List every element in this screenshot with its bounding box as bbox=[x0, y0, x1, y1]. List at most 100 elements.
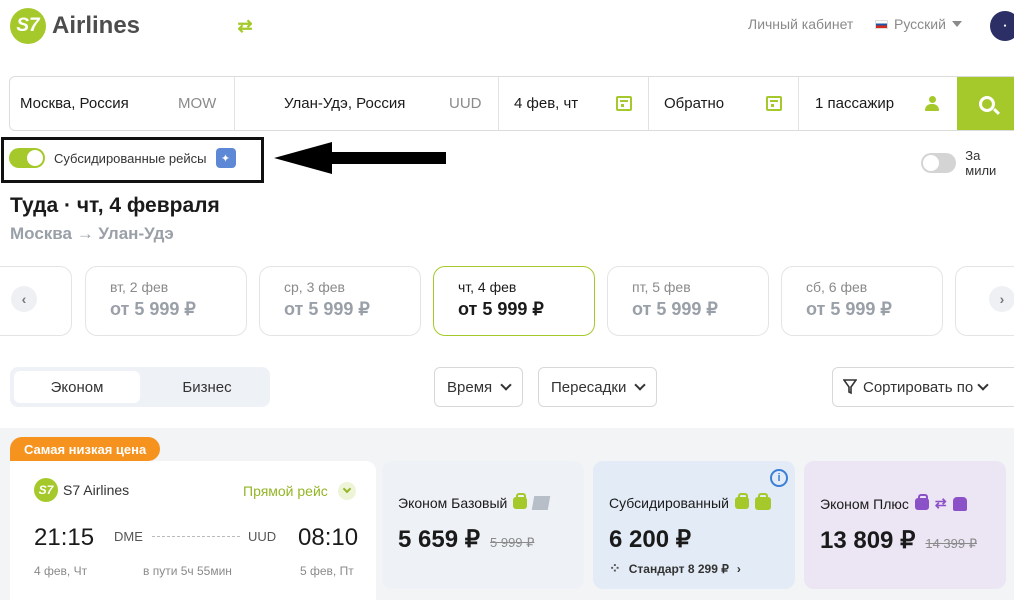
return-date-field[interactable]: Обратно bbox=[649, 77, 799, 130]
flight-search-bar: Москва, Россия MOW Улан-Удэ, Россия UUD … bbox=[9, 76, 1014, 131]
arrival-time: 08:10 bbox=[298, 524, 359, 551]
destination-field[interactable]: Улан-Удэ, Россия UUD bbox=[274, 77, 499, 130]
sort-dropdown[interactable]: Сортировать по bbox=[832, 367, 1014, 407]
date-label: пт, 5 фев bbox=[632, 279, 691, 295]
miles-toggle-row[interactable]: За мили bbox=[921, 148, 1014, 178]
language-label: Русский bbox=[894, 16, 946, 32]
suitcase-icon bbox=[754, 492, 771, 510]
origin-code: MOW bbox=[178, 95, 217, 112]
fare-options-icon: ⁘ bbox=[609, 560, 621, 576]
carousel-next-button[interactable]: › bbox=[989, 286, 1014, 312]
carousel-prev-button[interactable]: ‹ bbox=[11, 286, 37, 312]
miles-label: За мили bbox=[965, 148, 997, 178]
fare-economy-plus[interactable]: Эконом Плюс ⇄ 13 809 ₽ 14 399 ₽ bbox=[804, 461, 1006, 589]
date-price: от 5 999 ₽ bbox=[110, 299, 196, 319]
cabin-class-tabs: Эконом Бизнес bbox=[10, 367, 270, 407]
destination-city: Улан-Удэ, Россия bbox=[284, 95, 406, 112]
info-icon[interactable]: i bbox=[770, 469, 788, 487]
swap-container bbox=[235, 77, 274, 130]
date-price: от 5 999 ₽ bbox=[458, 299, 544, 319]
time-filter-label: Время bbox=[447, 378, 493, 396]
chevron-down-icon bbox=[951, 21, 962, 27]
subsidized-toggle[interactable] bbox=[9, 148, 45, 168]
miles-toggle[interactable] bbox=[921, 153, 957, 173]
subsidized-label: Субсидированные рейсы bbox=[54, 150, 207, 166]
personal-cabinet-link[interactable]: Личный кабинет bbox=[748, 16, 853, 32]
fare-price: 5 659 ₽ bbox=[398, 526, 480, 553]
date-card[interactable]: ср, 3 фев от 5 999 ₽ bbox=[259, 266, 421, 336]
chevron-right-icon: › bbox=[999, 291, 1005, 307]
calendar-icon bbox=[766, 96, 782, 111]
filter-funnel-icon bbox=[843, 379, 857, 395]
arrival-date: 5 фев, Пт bbox=[300, 564, 354, 578]
subsidized-toggle-row[interactable]: Субсидированные рейсы ✦ bbox=[9, 148, 236, 168]
chevron-down-icon bbox=[977, 379, 989, 391]
date-label: ср, 3 фев bbox=[284, 279, 345, 295]
direct-flight-toggle[interactable]: Прямой рейс bbox=[243, 482, 356, 500]
russia-flag-icon bbox=[875, 19, 888, 29]
chevron-left-icon: ‹ bbox=[21, 291, 27, 307]
language-selector[interactable]: Русский bbox=[875, 16, 962, 32]
cheapest-badge: Самая низкая цена bbox=[10, 437, 161, 461]
date-card[interactable]: пт, 5 фев от 5 999 ₽ bbox=[607, 266, 769, 336]
calendar-icon bbox=[616, 96, 632, 111]
fare-price: 6 200 ₽ bbox=[609, 526, 691, 553]
russia-emblem-icon: ✦ bbox=[215, 148, 236, 168]
date-card[interactable]: сб, 6 фев от 5 999 ₽ bbox=[781, 266, 943, 336]
date-label: чт, 4 фев bbox=[458, 279, 517, 295]
destination-code: UUD bbox=[449, 95, 482, 112]
passengers-count: 1 пассажир bbox=[815, 95, 895, 112]
depart-date-field[interactable]: 4 фев, чт bbox=[499, 77, 649, 130]
logo-text: Airlines bbox=[52, 12, 141, 39]
seat-icon bbox=[952, 496, 967, 511]
date-label: сб, 6 фев bbox=[806, 279, 868, 295]
chevron-down-icon bbox=[634, 379, 647, 391]
chevron-down-icon bbox=[500, 379, 512, 391]
time-filter[interactable]: Время bbox=[434, 367, 524, 407]
date-price: от 5 999 ₽ bbox=[632, 299, 718, 319]
date-card[interactable]: вт, 2 фев от 5 999 ₽ bbox=[85, 266, 247, 336]
chevron-down-icon bbox=[342, 484, 352, 494]
date-price: от 5 999 ₽ bbox=[806, 299, 892, 319]
bag-icon bbox=[734, 493, 749, 509]
page-title: Туда · чт, 4 февраля bbox=[10, 194, 220, 217]
tab-business[interactable]: Бизнес bbox=[144, 371, 270, 403]
fare-old-price: 5 999 ₽ bbox=[490, 535, 535, 550]
origin-city: Москва, Россия bbox=[20, 95, 129, 112]
search-button[interactable] bbox=[957, 77, 1014, 130]
transfers-filter[interactable]: Пересадки bbox=[538, 367, 658, 407]
fare-price: 13 809 ₽ bbox=[820, 527, 916, 554]
search-icon bbox=[979, 95, 995, 112]
sort-label: Сортировать по bbox=[863, 378, 974, 396]
tab-economy[interactable]: Эконом bbox=[14, 371, 140, 403]
origin-field[interactable]: Москва, Россия MOW bbox=[10, 77, 235, 130]
chevron-right-icon: › bbox=[736, 561, 741, 576]
standard-fare-link[interactable]: ⁘ Стандарт 8 299 ₽ › bbox=[609, 560, 795, 577]
s7-logo-mark: S7 bbox=[10, 8, 46, 44]
date-card-selected[interactable]: чт, 4 фев от 5 999 ₽ bbox=[433, 266, 595, 336]
fare-economy-basic[interactable]: Эконом Базовый 5 659 ₽ 5 999 ₽ bbox=[382, 461, 584, 589]
return-date: Обратно bbox=[664, 95, 725, 112]
pointer-arrow-head bbox=[274, 142, 332, 174]
arrival-airport: UUD bbox=[248, 529, 277, 544]
departure-airport: DME bbox=[114, 529, 143, 544]
direct-flight-label: Прямой рейс bbox=[243, 483, 328, 499]
route-line bbox=[152, 536, 240, 537]
passengers-field[interactable]: 1 пассажир bbox=[799, 77, 957, 130]
date-price: от 5 999 ₽ bbox=[284, 299, 370, 319]
person-icon bbox=[925, 96, 939, 112]
s7-logo[interactable]: S7 Airlines bbox=[10, 8, 140, 44]
expand-details-button[interactable] bbox=[337, 482, 356, 500]
fare-name: Эконом Базовый bbox=[398, 495, 508, 511]
s7-airline-icon: S7 bbox=[34, 478, 58, 502]
swap-icon[interactable]: ⇄ bbox=[234, 15, 256, 37]
oneworld-logo: ● bbox=[990, 11, 1014, 41]
route-subtitle: Москва → Улан-Удэ bbox=[10, 224, 174, 243]
fare-name: Субсидированный bbox=[609, 495, 729, 511]
fare-name: Эконом Плюс bbox=[820, 495, 909, 512]
exchange-icon: ⇄ bbox=[934, 495, 947, 511]
fare-subsidized[interactable]: Субсидированный 6 200 ₽ ⁘ Стандарт 8 299… bbox=[593, 461, 795, 589]
transfers-filter-label: Пересадки bbox=[551, 378, 627, 396]
depart-date: 4 фев, чт bbox=[514, 95, 579, 112]
airline-name: S7 Airlines bbox=[63, 482, 130, 498]
